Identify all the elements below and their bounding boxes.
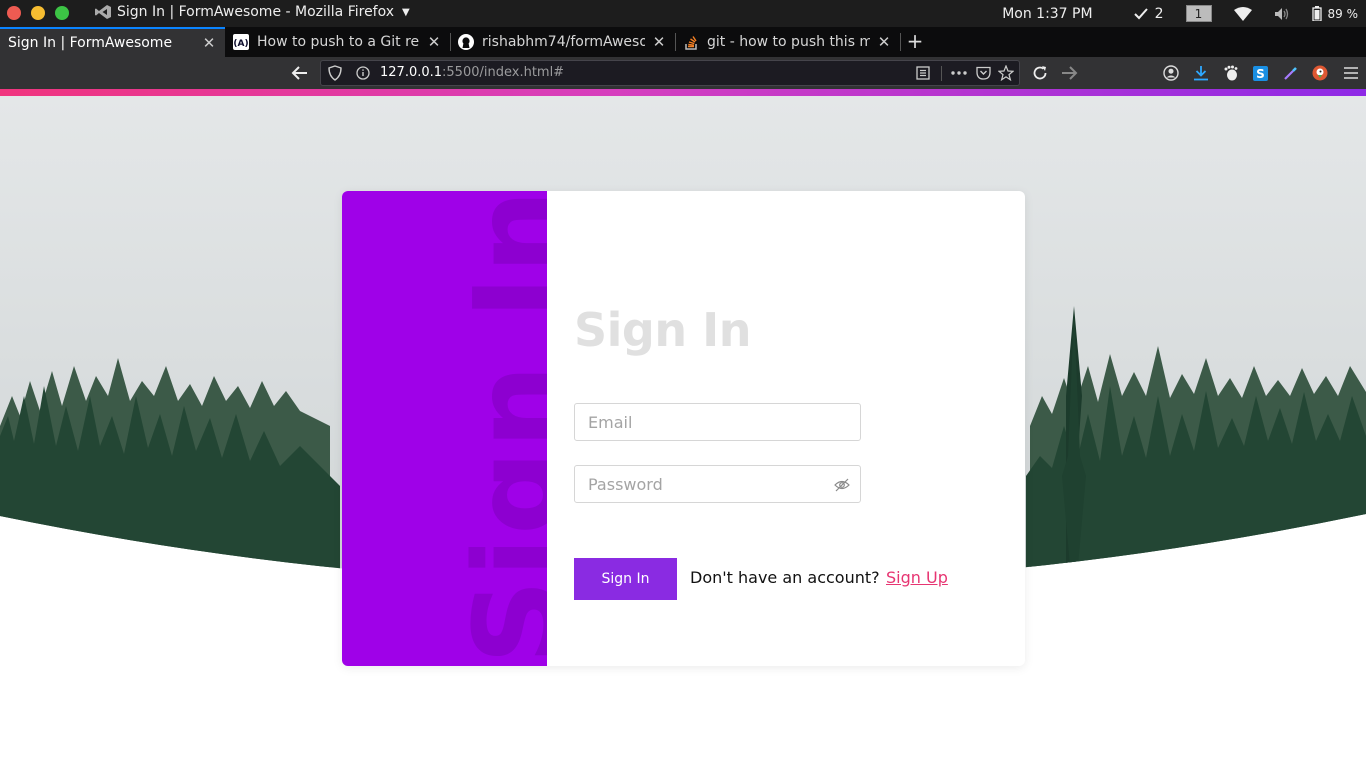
skype-extension-button[interactable]: S — [1249, 62, 1271, 84]
volume-icon — [1274, 7, 1288, 20]
sign-in-card: Sign In Sign In Sign In Don't have an ac… — [342, 191, 1025, 666]
atlassian-icon: (A) — [233, 34, 249, 50]
bookmark-star-icon[interactable] — [998, 65, 1014, 81]
tab-separator — [450, 33, 451, 51]
url-path: :5500/index.html# — [442, 65, 565, 80]
tracking-shield-icon[interactable] — [327, 65, 343, 81]
password-field-wrapper — [574, 465, 861, 503]
duckduckgo-extension-button[interactable] — [1309, 62, 1331, 84]
forward-button[interactable] — [1059, 62, 1081, 84]
wifi-icon — [1233, 6, 1252, 21]
password-input[interactable] — [575, 466, 860, 502]
close-icon[interactable]: ✕ — [651, 33, 667, 51]
arrow-right-icon — [1062, 66, 1078, 80]
close-icon[interactable]: ✕ — [201, 34, 217, 52]
sign-up-link[interactable]: Sign Up — [886, 568, 948, 587]
close-window-button[interactable] — [7, 6, 21, 20]
check-icon — [1133, 7, 1148, 19]
page-actions-icon[interactable] — [951, 65, 967, 81]
color-picker-extension-button[interactable] — [1279, 62, 1301, 84]
s-extension-icon: S — [1252, 65, 1268, 81]
tab-label: How to push to a Git rem — [257, 34, 420, 50]
downloads-button[interactable] — [1190, 62, 1212, 84]
tab-strip: Sign In | FormAwesome ✕ (A) How to push … — [0, 27, 1366, 57]
stackoverflow-icon — [683, 34, 699, 50]
active-window-title[interactable]: Sign In | FormAwesome - Mozilla Firefox … — [95, 4, 410, 20]
new-tab-button[interactable]: + — [904, 30, 926, 52]
info-icon[interactable] — [355, 65, 371, 81]
pocket-icon[interactable] — [975, 65, 991, 81]
eye-slash-icon — [834, 478, 850, 492]
clock[interactable]: Mon 1:37 PM — [1002, 6, 1092, 22]
notifications-indicator[interactable]: 2 — [1133, 6, 1164, 22]
battery-indicator[interactable]: 89 % — [1311, 6, 1359, 21]
tab-separator — [900, 33, 901, 51]
account-button[interactable] — [1160, 62, 1182, 84]
download-icon — [1194, 66, 1208, 81]
tab-label: git - how to push this mo — [707, 34, 870, 50]
url-host: 127.0.0.1 — [380, 65, 443, 80]
window-title-text: Sign In | FormAwesome - Mozilla Firefox — [117, 4, 395, 20]
svg-text:(A): (A) — [233, 39, 248, 49]
tab-sign-in[interactable]: Sign In | FormAwesome ✕ — [0, 27, 225, 57]
maximize-window-button[interactable] — [55, 6, 69, 20]
notification-count: 2 — [1154, 5, 1164, 22]
volume-indicator[interactable] — [1274, 7, 1290, 21]
email-input[interactable] — [575, 404, 860, 440]
menu-button[interactable] — [1340, 62, 1362, 84]
hamburger-menu-icon — [1344, 67, 1358, 79]
url-text[interactable]: 127.0.0.1:5500/index.html# — [380, 65, 564, 80]
os-top-bar: Sign In | FormAwesome - Mozilla Firefox … — [0, 0, 1366, 27]
reload-icon — [1033, 66, 1047, 80]
vscode-icon — [95, 5, 111, 19]
github-icon — [458, 34, 474, 50]
minimize-window-button[interactable] — [31, 6, 45, 20]
arrow-left-icon — [291, 66, 307, 80]
tab-label: rishabhm74/formAwesome — [482, 34, 645, 50]
urlbar-separator — [941, 66, 942, 81]
page-viewport: Sign In Sign In Sign In Don't have an ac… — [0, 96, 1366, 768]
toggle-password-visibility-button[interactable] — [833, 476, 851, 494]
battery-icon — [1311, 6, 1322, 21]
gnome-extension-button[interactable] — [1220, 62, 1242, 84]
system-tray: Mon 1:37 PM 2 1 89 % — [1002, 4, 1358, 23]
navigation-toolbar: 127.0.0.1:5500/index.html# S — [0, 57, 1366, 89]
chevron-down-icon: ▼ — [402, 6, 410, 18]
back-button[interactable] — [288, 62, 310, 84]
account-icon — [1163, 65, 1179, 81]
svg-text:S: S — [1256, 67, 1265, 81]
battery-percent: 89 % — [1327, 6, 1359, 21]
tab-github-repo[interactable]: rishabhm74/formAwesome ✕ — [450, 27, 675, 57]
page-accent-stripe — [0, 89, 1366, 96]
workspace-number: 1 — [1185, 5, 1212, 22]
url-bar[interactable]: 127.0.0.1:5500/index.html# — [320, 60, 1020, 86]
side-panel-watermark: Sign In — [448, 191, 547, 665]
workspace-indicator[interactable]: 1 — [1185, 5, 1212, 22]
tab-git-remote[interactable]: (A) How to push to a Git rem ✕ — [225, 27, 450, 57]
reload-button[interactable] — [1029, 62, 1051, 84]
sign-in-button[interactable]: Sign In — [574, 558, 677, 600]
eyedropper-icon — [1283, 66, 1297, 80]
tab-separator — [675, 33, 676, 51]
wifi-indicator[interactable] — [1233, 6, 1252, 21]
duckduckgo-icon — [1312, 65, 1328, 81]
close-icon[interactable]: ✕ — [876, 33, 892, 51]
tab-stackoverflow[interactable]: git - how to push this mo ✕ — [675, 27, 900, 57]
tab-label: Sign In | FormAwesome — [8, 35, 173, 51]
email-field-wrapper — [574, 403, 861, 441]
reader-view-icon[interactable] — [915, 65, 931, 81]
no-account-prompt: Don't have an account? — [690, 568, 880, 587]
gnome-foot-icon — [1224, 65, 1238, 81]
close-icon[interactable]: ✕ — [426, 33, 442, 51]
card-side-panel: Sign In — [342, 191, 547, 666]
form-title: Sign In — [574, 303, 751, 357]
